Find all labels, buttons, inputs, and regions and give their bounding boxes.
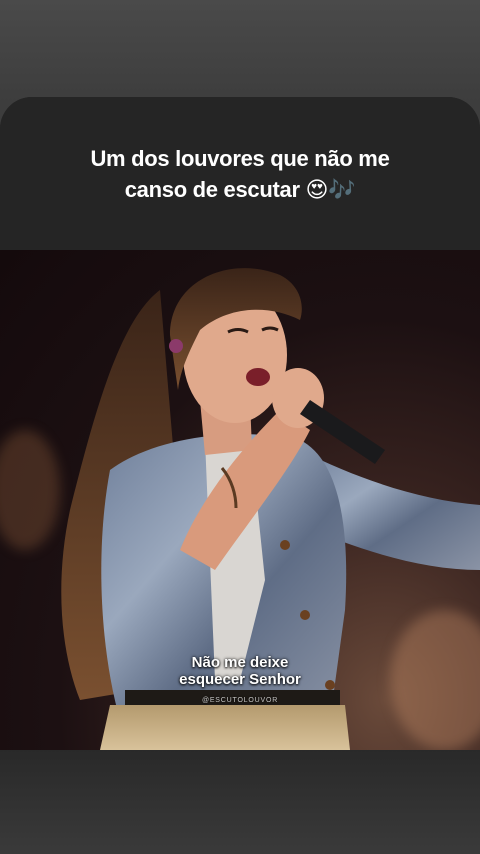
story-caption: Um dos louvores que não me canso de escu… (40, 143, 440, 205)
caption-area: Um dos louvores que não me canso de escu… (0, 97, 480, 250)
lyric-line-1: Não me deixe (191, 654, 289, 671)
caption-line-1: Um dos louvores que não me (90, 146, 390, 171)
lyric-subtitle: Não me deixe esquecer Senhor (0, 654, 480, 688)
video-player[interactable]: Não me deixe esquecer Senhor @ESCUTOLOUV… (0, 250, 480, 750)
lyric-line-2: esquecer Senhor (179, 671, 301, 688)
bottom-area (0, 750, 480, 854)
watermark: @ESCUTOLOUVOR (201, 697, 279, 704)
caption-line-2: canso de escutar 😍🎶 (124, 177, 356, 202)
story-card: Um dos louvores que não me canso de escu… (0, 97, 480, 854)
